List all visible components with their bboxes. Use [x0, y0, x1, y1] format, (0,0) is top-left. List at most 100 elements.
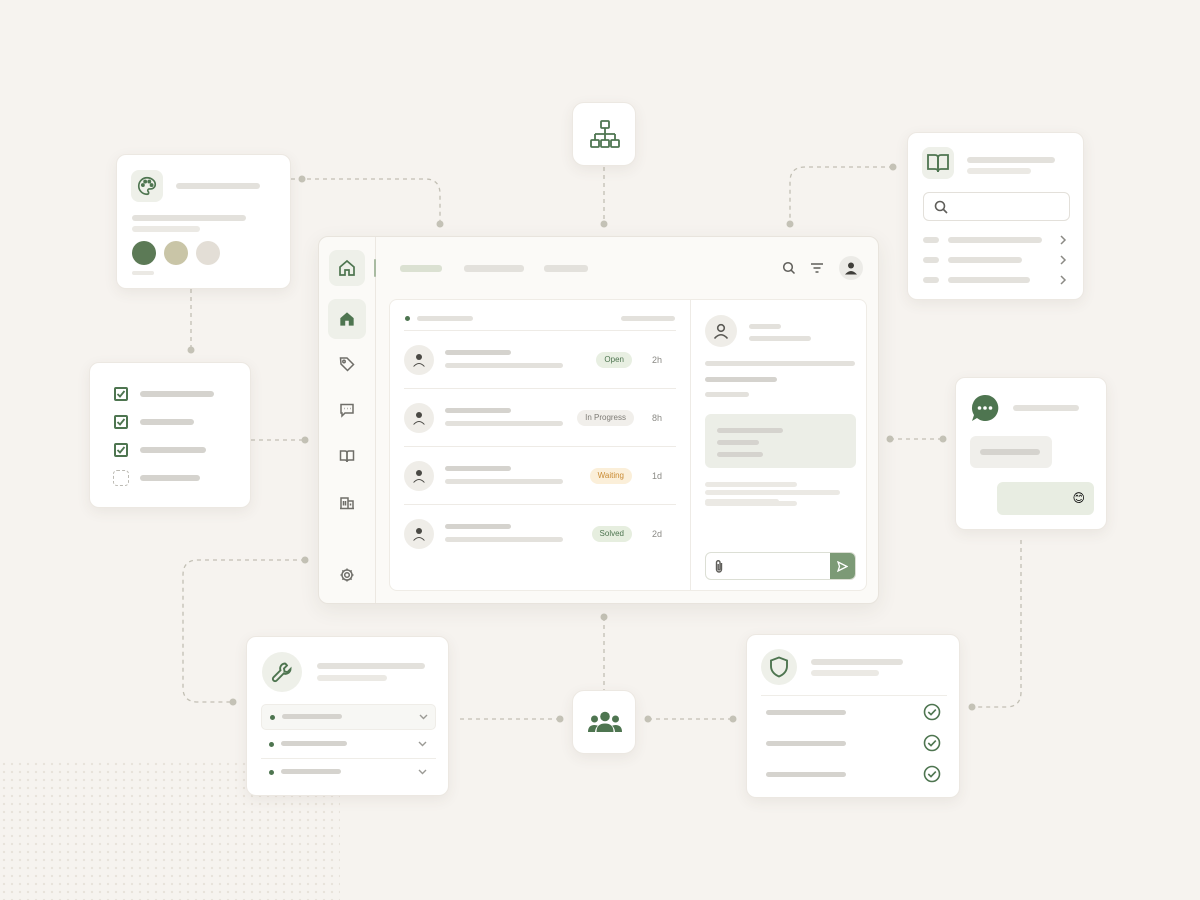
checkbox-checked[interactable] — [114, 443, 128, 457]
customer-avatar — [404, 461, 434, 491]
placeholder-bar — [749, 324, 781, 329]
tag-icon — [339, 357, 355, 372]
checkbox-unchecked[interactable] — [113, 470, 129, 486]
customer-avatar — [404, 519, 434, 549]
chevron-right-icon — [1060, 235, 1067, 245]
user-icon — [413, 470, 425, 483]
checkbox-checked[interactable] — [114, 387, 128, 401]
placeholder-bar — [705, 490, 840, 495]
accordion-item[interactable] — [261, 704, 436, 730]
placeholder-bar — [445, 421, 563, 426]
helpdesk-window[interactable]: Open 2h In Progress 8h Waiting 1d Solved 2d — [318, 236, 879, 604]
chat-preview-card[interactable]: 😊 — [955, 377, 1107, 530]
tickets-panel: Open 2h In Progress 8h Waiting 1d Solved 2d — [389, 299, 867, 591]
sidebar-item-settings[interactable] — [329, 557, 365, 593]
filter-icon[interactable] — [810, 262, 824, 274]
tab[interactable] — [464, 265, 524, 272]
sidebar-item-knowledge[interactable] — [329, 438, 365, 474]
ticket-age: 1d — [651, 471, 662, 481]
color-swatch[interactable] — [196, 241, 220, 265]
placeholder-bar — [811, 670, 879, 676]
send-icon — [837, 560, 848, 572]
ticket-age: 2h — [651, 355, 662, 365]
ticket-row[interactable]: Open 2h — [404, 330, 676, 389]
sidebar-item-tags[interactable] — [329, 346, 365, 382]
status-badge: Open — [596, 352, 632, 368]
send-button[interactable] — [830, 553, 855, 579]
pane-divider — [690, 300, 691, 590]
article-item[interactable] — [923, 253, 1070, 267]
placeholder-bar — [811, 659, 903, 665]
accordion-item[interactable] — [261, 732, 436, 759]
org-chart-tile[interactable] — [572, 102, 636, 166]
placeholder-bar — [140, 447, 206, 453]
checklist-card[interactable] — [89, 362, 251, 508]
user-icon — [413, 412, 425, 425]
team-tile[interactable] — [572, 690, 636, 754]
color-swatch[interactable] — [132, 241, 156, 265]
search-input[interactable] — [923, 192, 1070, 221]
article-item[interactable] — [923, 233, 1070, 247]
chevron-right-icon — [1060, 275, 1067, 285]
tools-card[interactable] — [246, 636, 449, 796]
status-dot — [405, 316, 410, 321]
ticket-row[interactable]: In Progress 8h — [404, 388, 676, 447]
knowledge-base-card[interactable] — [907, 132, 1084, 300]
check-circle-icon — [923, 734, 941, 752]
status-badge: Waiting — [589, 468, 632, 484]
placeholder-bar — [967, 157, 1055, 163]
home-outline-icon — [339, 259, 355, 276]
checkbox-checked[interactable] — [114, 415, 128, 429]
sidebar-item-reports[interactable] — [329, 484, 365, 520]
avatar[interactable] — [839, 256, 863, 280]
customer-avatar — [404, 345, 434, 375]
list-header-bar — [621, 316, 675, 321]
ticket-row[interactable]: Solved 2d — [404, 504, 676, 563]
ticket-age: 8h — [651, 413, 662, 423]
customer-avatar — [404, 403, 434, 433]
team-icon — [573, 691, 637, 755]
outgoing-message: 😊 — [997, 482, 1094, 515]
message-block — [705, 414, 856, 468]
status-badge: In Progress — [577, 410, 634, 426]
sidebar-item-home[interactable] — [328, 299, 366, 339]
tab[interactable] — [544, 265, 588, 272]
paperclip-icon[interactable] — [714, 559, 724, 574]
building-icon — [340, 497, 354, 510]
swatch-selected-indicator — [132, 271, 154, 275]
placeholder-bar — [445, 479, 563, 484]
placeholder-bar — [705, 361, 855, 366]
search-icon — [934, 200, 948, 214]
security-card[interactable] — [746, 634, 960, 798]
tab-active[interactable] — [400, 265, 442, 272]
list-header-bar — [417, 316, 473, 321]
placeholder-bar — [445, 537, 563, 542]
user-icon — [845, 262, 857, 275]
org-chart-icon — [573, 103, 637, 167]
placeholder-bar — [705, 482, 797, 487]
chevron-down-icon — [418, 741, 427, 747]
chevron-down-icon — [418, 769, 427, 775]
placeholder-bar — [132, 226, 200, 232]
reply-input[interactable] — [705, 552, 856, 580]
placeholder-bar — [705, 501, 797, 506]
search-icon[interactable] — [782, 261, 796, 275]
requester-avatar — [705, 315, 737, 347]
sidebar-item-home-outline[interactable] — [329, 250, 365, 286]
theme-palette-card[interactable] — [116, 154, 291, 289]
color-swatch[interactable] — [164, 241, 188, 265]
placeholder-bar — [445, 524, 511, 529]
placeholder-bar — [132, 215, 246, 221]
placeholder-bar — [749, 336, 811, 341]
user-icon — [413, 528, 425, 541]
placeholder-bar — [140, 475, 200, 481]
placeholder-bar — [140, 419, 194, 425]
ticket-row[interactable]: Waiting 1d — [404, 446, 676, 505]
emoji: 😊 — [1072, 491, 1085, 505]
palette-icon — [131, 170, 163, 202]
placeholder-bar — [705, 377, 777, 382]
accordion-item[interactable] — [261, 760, 436, 786]
sidebar-item-messages[interactable] — [329, 392, 365, 428]
article-item[interactable] — [923, 273, 1070, 287]
book-icon — [922, 147, 954, 179]
